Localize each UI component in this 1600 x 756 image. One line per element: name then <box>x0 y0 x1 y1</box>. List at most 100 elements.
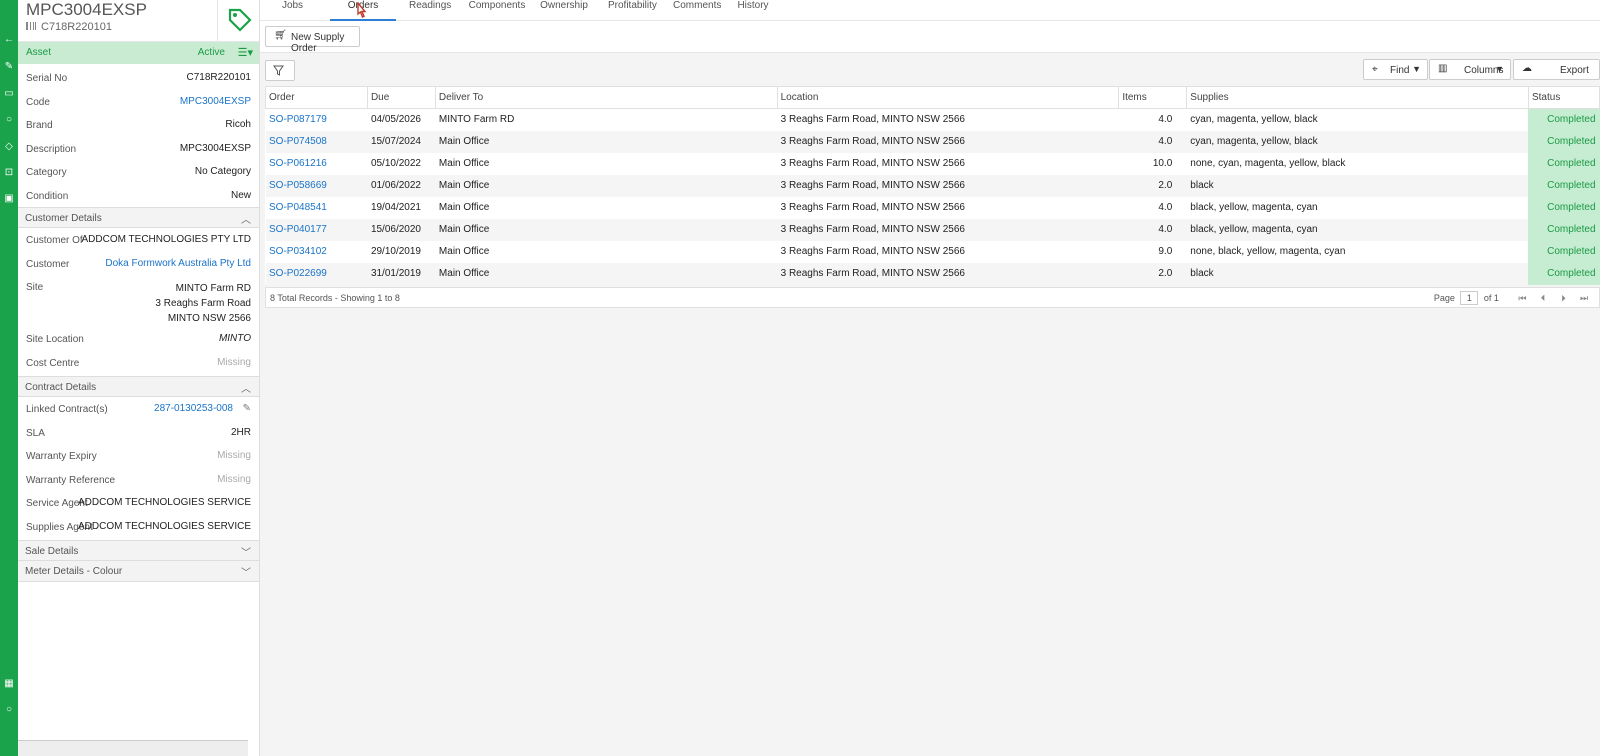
device-icon[interactable]: ▣ <box>2 192 16 206</box>
tag-icon[interactable]: ◇ <box>2 140 16 154</box>
cell-order-link[interactable]: SO-P022699 <box>265 262 368 285</box>
tab-comments[interactable]: Comments <box>673 0 721 21</box>
filter-button[interactable] <box>265 60 295 81</box>
detail-key: Code <box>26 96 50 108</box>
table-row[interactable]: SO-P034102 29/10/2019 Main Office 3 Reaghs … <box>266 240 1600 263</box>
tab-readings[interactable]: Readings <box>409 0 451 21</box>
cell-items: 4.0 <box>1118 218 1187 241</box>
tab-ownership[interactable]: Ownership <box>539 0 589 21</box>
detail-row-serial: Serial No C718R220101 <box>18 66 259 90</box>
tab-history[interactable]: History <box>736 0 770 21</box>
find-button[interactable]: ⌖ Find ▼ <box>1363 59 1428 80</box>
person-icon[interactable]: ○ <box>2 113 16 127</box>
grid-icon[interactable]: ▦ <box>2 677 16 691</box>
detail-key: Warranty Reference <box>26 474 116 486</box>
export-button[interactable]: ☁ Export <box>1513 59 1600 80</box>
table-footer: 8 Total Records - Showing 1 to 8 Page 1 … <box>265 287 1600 308</box>
cell-location: 3 Reaghs Farm Road, MINTO NSW 2566 <box>780 246 965 257</box>
site-line: MINTO Farm RD <box>175 283 251 294</box>
cell-deliver-to: Main Office <box>435 262 778 285</box>
main-content: Jobs Orders Readings Components Ownershi… <box>260 0 1600 756</box>
cell-order-link[interactable]: SO-P061216 <box>266 153 368 175</box>
table-row[interactable]: SO-P022699 31/01/2019 Main Office 3 Reaghs … <box>265 262 1600 285</box>
detail-key: Customer <box>26 258 70 270</box>
cell-location: 3 Reaghs Farm Road, MINTO NSW 2566 <box>780 202 965 213</box>
column-header-items[interactable]: Items <box>1118 86 1188 109</box>
column-header-order[interactable]: Order <box>265 86 368 109</box>
cell-deliver-to: Main Office <box>438 202 490 213</box>
cell-items: 2.0 <box>1118 174 1187 197</box>
sale-details-header[interactable]: Sale Details ﹀ <box>18 540 259 561</box>
detail-key: Description <box>26 143 77 155</box>
table-row[interactable]: SO-P074508 15/07/2024 Main Office 3 Reaghs … <box>265 130 1600 153</box>
cell-order-link[interactable]: SO-P058669 <box>265 174 368 197</box>
column-header-deliver-to[interactable]: Deliver To <box>434 86 778 109</box>
wrench-icon[interactable]: ✎ <box>2 60 16 74</box>
cell-order-link[interactable]: SO-P048541 <box>266 197 368 219</box>
card-icon[interactable]: ▭ <box>2 87 16 101</box>
contract-details-header[interactable]: Contract Details ︿ <box>18 376 259 397</box>
code-link[interactable]: MPC3004EXSP <box>180 96 251 107</box>
cell-location: 3 Reaghs Farm Road, MINTO NSW 2566 <box>777 218 1119 241</box>
column-header-due[interactable]: Due <box>366 86 436 109</box>
site-line: 3 Reaghs Farm Road <box>155 298 251 309</box>
detail-value: 2HR <box>230 426 251 438</box>
caret-down-icon: ▼ <box>1495 64 1504 74</box>
column-header-supplies[interactable]: Supplies <box>1186 86 1529 109</box>
customer-row: Customer Doka Formwork Australia Pty Ltd <box>18 252 259 276</box>
first-page-icon[interactable]: ⏮ <box>1513 293 1531 304</box>
last-page-icon[interactable]: ⏭ <box>1575 293 1593 304</box>
next-page-icon[interactable]: ⏵ <box>1554 293 1572 304</box>
mouse-cursor-icon <box>357 2 367 18</box>
list-menu-icon[interactable]: ☰▾ <box>238 46 253 59</box>
tab-components[interactable]: Components <box>468 0 526 21</box>
cell-order-link[interactable]: SO-P087179 <box>266 109 368 131</box>
warranty-expiry-row: Warranty Expiry Missing <box>18 444 259 468</box>
back-arrow-icon[interactable]: ← <box>2 33 16 47</box>
site-address: MINTO Farm RD 3 Reaghs Farm Road MINTO N… <box>155 281 251 326</box>
detail-value: ADDCOM TECHNOLOGIES PTY LTD <box>81 234 251 245</box>
column-header-status[interactable]: Status <box>1527 86 1600 109</box>
page-number-input[interactable]: 1 <box>1460 291 1479 305</box>
detail-key: Category <box>26 167 67 178</box>
customer-details-header[interactable]: Customer Details ︿ <box>18 207 259 228</box>
cell-due: 31/01/2019 <box>367 262 436 285</box>
edit-pencil-icon[interactable]: ✎ <box>243 403 251 414</box>
cell-items: 9.0 <box>1158 246 1173 257</box>
cell-location: 3 Reaghs Farm Road, MINTO NSW 2566 <box>777 262 1119 285</box>
cell-supplies: black <box>1186 262 1529 285</box>
toolbar: 🛒︎ New Supply Order <box>260 21 1600 54</box>
prev-page-icon[interactable]: ⏴ <box>1534 293 1552 304</box>
customer-link[interactable]: Doka Formwork Australia Pty Ltd <box>105 258 251 269</box>
table-header-row: Order Due Deliver To Location Items Supp… <box>265 86 1600 109</box>
service-agent-row: Service Agent ADDCOM TECHNOLOGIES SERVICE <box>18 491 259 515</box>
cell-order-link[interactable]: SO-P040177 <box>265 218 368 241</box>
cost-centre-row: Cost Centre Missing <box>18 351 259 375</box>
tab-jobs[interactable]: Jobs <box>280 0 305 21</box>
meter-details-header[interactable]: Meter Details - Colour ﹀ <box>18 561 259 582</box>
contract-link[interactable]: 287-0130253-008 <box>154 403 233 414</box>
columns-button[interactable]: ▥ Columns ▼ <box>1429 59 1511 80</box>
cell-order-link[interactable]: SO-P034102 <box>266 241 368 263</box>
asset-title: MPC3004EXSP <box>26 0 147 19</box>
tag-button[interactable] <box>217 0 259 42</box>
user-icon[interactable]: ○ <box>2 703 16 717</box>
barcode-icon <box>26 22 36 30</box>
cell-order-link[interactable]: SO-P074508 <box>265 130 368 153</box>
new-supply-order-button[interactable]: 🛒︎ New Supply Order <box>265 26 360 54</box>
cell-status: Completed <box>1528 108 1600 131</box>
cell-status: Completed <box>1528 130 1600 153</box>
table-row[interactable]: SO-P048541 19/04/2021 Main Office 3 Reaghs … <box>266 196 1600 219</box>
detail-row-description: Description MPC3004EXSP <box>18 137 259 161</box>
column-header-location[interactable]: Location <box>776 86 1120 109</box>
tab-profitability[interactable]: Profitability <box>608 0 657 21</box>
table-row[interactable]: SO-P087179 04/05/2026 MINTO Farm RD 3 Reagh… <box>266 108 1600 131</box>
table-row[interactable]: SO-P058669 01/06/2022 Main Office 3 Reaghs … <box>265 174 1600 197</box>
cell-status: Completed <box>1528 196 1600 219</box>
section-title: Contract Details <box>25 382 97 393</box>
table-row[interactable]: SO-P061216 05/10/2022 Main Office 3 Reaghs … <box>266 152 1600 175</box>
pager: Page 1 of 1 ⏮ ⏴ ⏵ ⏭ <box>1434 291 1593 305</box>
table-row[interactable]: SO-P040177 15/06/2020 Main Office 3 Reaghs … <box>265 218 1600 241</box>
section-title: Sale Details <box>25 546 79 557</box>
truck-icon[interactable]: ⊡ <box>2 166 16 180</box>
